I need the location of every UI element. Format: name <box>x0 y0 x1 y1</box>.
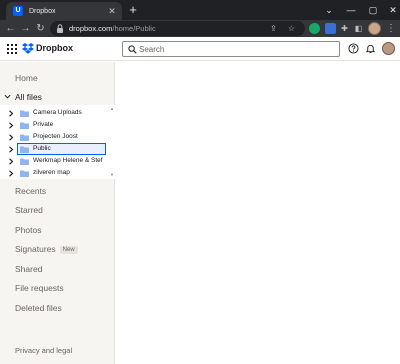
tree-item-label: Werkmap Helene & Stef <box>33 157 103 164</box>
tree-scrollbar[interactable]: ▲ ▼ <box>109 105 115 179</box>
browser-title-bar: U Dropbox ✕ + ⌄ — ▢ ✕ <box>0 0 400 20</box>
browser-toolbar: ← → ↻ dropbox.com/home/Public ⇪ ☆ ✚ ◧ ⋮ <box>0 20 400 37</box>
sidebar: Home All files Camera Uploads Private Pr… <box>0 62 115 364</box>
search-box[interactable] <box>122 41 340 57</box>
dropbox-brand-name[interactable]: Dropbox <box>36 43 73 53</box>
signatures-label: Signatures <box>15 244 56 254</box>
folder-icon <box>20 170 29 177</box>
chevron-right-icon[interactable] <box>8 122 14 129</box>
search-input[interactable] <box>139 43 335 55</box>
search-icon <box>128 45 137 54</box>
tree-item-projecten-joost[interactable]: Projecten Joost <box>0 132 108 143</box>
new-tab-icon[interactable]: + <box>126 3 140 17</box>
lock-icon <box>57 24 63 33</box>
sidebar-item-all-files[interactable]: All files <box>0 90 115 104</box>
tab-title: Dropbox <box>29 7 56 15</box>
folder-icon <box>20 110 29 117</box>
dropbox-favicon-icon: U <box>13 6 23 16</box>
forward-icon[interactable]: → <box>19 22 32 35</box>
selection-highlight <box>17 143 106 155</box>
sidebar-item-signatures[interactable]: Signatures New <box>15 244 78 254</box>
tree-item-zilveren-map[interactable]: zilveren map <box>0 168 108 179</box>
chevron-right-icon[interactable] <box>8 146 14 153</box>
tree-item-label: Public <box>33 145 51 152</box>
url-path: /home/Public <box>112 24 156 33</box>
scroll-up-arrow-icon[interactable]: ▲ <box>110 106 114 111</box>
browser-tab[interactable]: U Dropbox ✕ <box>6 2 122 20</box>
close-tab-icon[interactable]: ✕ <box>107 6 117 16</box>
privacy-and-legal-link[interactable]: Privacy and legal <box>15 346 72 355</box>
back-icon[interactable]: ← <box>4 22 17 35</box>
tree-item-label: Projecten Joost <box>33 133 78 140</box>
browser-profile-avatar[interactable] <box>368 22 381 35</box>
sidebar-item-photos[interactable]: Photos <box>15 225 41 235</box>
bookmark-star-icon[interactable]: ☆ <box>286 23 297 34</box>
tree-item-label: Private <box>33 121 54 128</box>
extensions-puzzle-icon[interactable]: ✚ <box>339 23 350 34</box>
sidebar-item-home[interactable]: Home <box>15 73 38 83</box>
all-files-label: All files <box>15 92 42 102</box>
scroll-down-arrow-icon[interactable]: ▼ <box>110 172 114 177</box>
sidebar-item-starred[interactable]: Starred <box>15 205 43 215</box>
browser-menu-icon[interactable]: ⋮ <box>386 22 396 35</box>
account-avatar[interactable] <box>382 42 395 55</box>
tree-item-werkmap-helene-stef[interactable]: Werkmap Helene & Stef <box>0 156 108 167</box>
folder-tree: Camera Uploads Private Projecten Joost P… <box>0 105 115 179</box>
chevron-right-icon[interactable] <box>8 134 14 141</box>
new-badge: New <box>59 246 78 254</box>
extension-blue-icon[interactable] <box>325 23 336 34</box>
reload-icon[interactable]: ↻ <box>34 22 47 35</box>
tree-item-label: zilveren map <box>33 169 70 176</box>
folder-icon <box>20 122 29 129</box>
address-bar[interactable]: dropbox.com/home/Public ⇪ ☆ <box>50 21 305 36</box>
chevron-right-icon[interactable] <box>8 110 14 117</box>
chevron-right-icon[interactable] <box>8 170 14 177</box>
sidebar-item-deleted-files[interactable]: Deleted files <box>15 303 62 313</box>
chevron-right-icon[interactable] <box>8 158 14 165</box>
folder-icon <box>20 134 29 141</box>
dropbox-logo-icon[interactable] <box>22 43 34 54</box>
sidebar-item-file-requests[interactable]: File requests <box>15 283 64 293</box>
notification-bell-icon[interactable] <box>365 43 376 54</box>
app-grid-icon[interactable] <box>7 44 17 54</box>
url-host: dropbox.com <box>69 24 113 33</box>
extension-green-icon[interactable] <box>309 23 320 34</box>
tree-item-private[interactable]: Private <box>0 120 108 131</box>
main-content-area <box>116 62 400 364</box>
url-text: dropbox.com/home/Public <box>69 24 156 33</box>
sidebar-item-shared[interactable]: Shared <box>15 264 42 274</box>
help-icon[interactable] <box>348 43 359 54</box>
dropbox-header: Dropbox <box>0 37 400 61</box>
folder-icon <box>20 146 29 153</box>
folder-icon <box>20 158 29 165</box>
tree-item-camera-uploads[interactable]: Camera Uploads <box>0 108 108 119</box>
tree-item-public[interactable]: Public <box>0 143 108 155</box>
share-icon[interactable]: ⇪ <box>268 23 279 34</box>
close-window-icon[interactable]: ✕ <box>380 0 400 20</box>
chevron-down-icon[interactable] <box>4 93 11 100</box>
sidebar-item-recents[interactable]: Recents <box>15 186 46 196</box>
side-panel-icon[interactable]: ◧ <box>353 23 364 34</box>
tree-item-label: Camera Uploads <box>33 109 82 116</box>
